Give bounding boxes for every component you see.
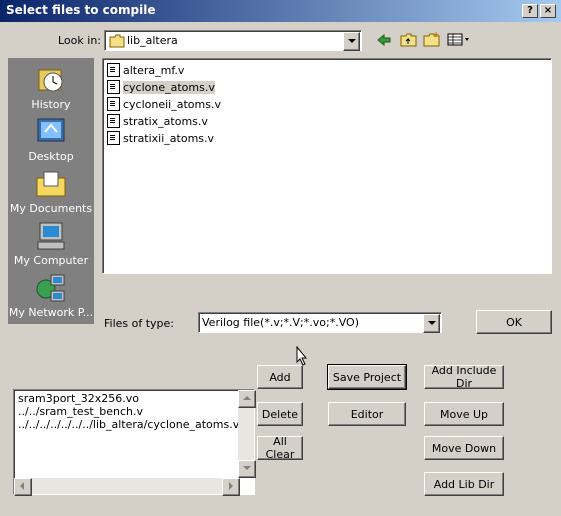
desktop-icon bbox=[35, 116, 67, 148]
arrow-up-icon bbox=[243, 396, 251, 400]
place-desktop-label: Desktop bbox=[28, 150, 74, 163]
file-name: cycloneii_atoms.v bbox=[123, 97, 221, 111]
file-item[interactable]: altera_mf.v bbox=[107, 62, 184, 78]
chevron-down-icon bbox=[427, 321, 436, 325]
history-icon bbox=[35, 64, 67, 96]
file-name: cyclone_atoms.v bbox=[123, 80, 215, 94]
delete-button[interactable]: Delete bbox=[257, 402, 303, 426]
lookin-combo[interactable]: lib_altera bbox=[104, 30, 362, 51]
verilog-file-icon bbox=[107, 114, 120, 128]
compile-file-list[interactable]: sram3port_32x256.vo ../../sram_test_benc… bbox=[13, 389, 256, 496]
scroll-right-button[interactable] bbox=[222, 478, 240, 496]
my-documents-icon bbox=[35, 168, 67, 200]
verilog-file-icon bbox=[107, 80, 120, 94]
arrow-left-icon bbox=[20, 482, 24, 490]
filetype-value: Verilog file(*.v;*.V;*.vo;*.VO) bbox=[202, 316, 359, 329]
view-menu-icon[interactable] bbox=[447, 33, 471, 50]
vertical-scrollbar[interactable] bbox=[238, 390, 256, 478]
filetype-label: Files of type: bbox=[104, 317, 175, 330]
chevron-down-icon bbox=[347, 39, 356, 43]
file-item[interactable]: stratixii_atoms.v bbox=[107, 130, 214, 146]
add-include-dir-button[interactable]: Add Include Dir bbox=[424, 364, 504, 390]
file-item[interactable]: cycloneii_atoms.v bbox=[107, 96, 221, 112]
all-clear-button[interactable]: All Clear bbox=[257, 435, 303, 461]
up-folder-icon[interactable] bbox=[400, 32, 418, 51]
compile-list-item[interactable]: ../../../../../../../lib_altera/cyclone_… bbox=[18, 418, 239, 431]
scroll-up-button[interactable] bbox=[238, 390, 256, 408]
file-name: stratixii_atoms.v bbox=[123, 131, 215, 145]
verilog-file-icon bbox=[107, 97, 120, 111]
folder-icon bbox=[109, 34, 125, 48]
file-list[interactable]: altera_mf.v cyclone_atoms.v cycloneii_at… bbox=[102, 58, 552, 274]
back-arrow-icon[interactable] bbox=[376, 33, 392, 50]
move-down-button[interactable]: Move Down bbox=[424, 436, 504, 460]
my-network-icon bbox=[35, 272, 67, 304]
editor-button[interactable]: Editor bbox=[328, 402, 406, 426]
new-folder-icon[interactable] bbox=[423, 31, 441, 51]
lookin-dropdown-button[interactable] bbox=[343, 32, 360, 51]
horizontal-scrollbar[interactable] bbox=[14, 478, 240, 496]
file-item-selected[interactable]: cyclone_atoms.v bbox=[107, 79, 215, 95]
file-name: stratix_atoms.v bbox=[123, 114, 208, 128]
place-my-computer-label: My Computer bbox=[13, 254, 89, 267]
ok-button[interactable]: OK bbox=[476, 310, 552, 334]
places-bar: History Desktop My Documents My Computer… bbox=[8, 58, 94, 324]
place-my-network[interactable]: My Network P... bbox=[8, 272, 94, 319]
verilog-file-icon bbox=[107, 131, 120, 145]
move-up-button[interactable]: Move Up bbox=[424, 402, 504, 426]
place-history-label: History bbox=[31, 98, 71, 111]
place-my-network-label: My Network P... bbox=[8, 306, 94, 319]
compile-list-item[interactable]: sram3port_32x256.vo bbox=[18, 392, 139, 405]
place-my-computer[interactable]: My Computer bbox=[8, 220, 94, 267]
filetype-combo[interactable]: Verilog file(*.v;*.V;*.vo;*.VO) bbox=[198, 312, 442, 333]
place-history[interactable]: History bbox=[8, 64, 94, 111]
place-my-documents[interactable]: My Documents bbox=[8, 168, 94, 215]
file-item[interactable]: stratix_atoms.v bbox=[107, 113, 208, 129]
verilog-file-icon bbox=[107, 63, 120, 77]
save-project-button[interactable]: Save Project bbox=[328, 365, 406, 389]
title-bar[interactable]: Select files to compile ? × bbox=[0, 0, 561, 22]
compile-list-item[interactable]: ../../sram_test_bench.v bbox=[18, 405, 143, 418]
arrow-right-icon bbox=[229, 482, 233, 490]
help-button[interactable]: ? bbox=[522, 4, 538, 18]
scroll-left-button[interactable] bbox=[14, 478, 32, 496]
my-computer-icon bbox=[35, 220, 67, 252]
arrow-down-icon bbox=[243, 466, 251, 470]
place-desktop[interactable]: Desktop bbox=[8, 116, 94, 163]
place-my-documents-label: My Documents bbox=[9, 202, 93, 215]
lookin-value: lib_altera bbox=[127, 34, 178, 47]
window-title: Select files to compile bbox=[6, 3, 156, 17]
file-name: altera_mf.v bbox=[123, 63, 185, 77]
scroll-down-button[interactable] bbox=[238, 460, 256, 478]
mouse-pointer-icon bbox=[296, 345, 308, 369]
filetype-dropdown-button[interactable] bbox=[423, 314, 440, 333]
lookin-label: Look in: bbox=[58, 34, 101, 47]
add-lib-dir-button[interactable]: Add Lib Dir bbox=[424, 472, 504, 496]
close-button[interactable]: × bbox=[540, 4, 556, 18]
